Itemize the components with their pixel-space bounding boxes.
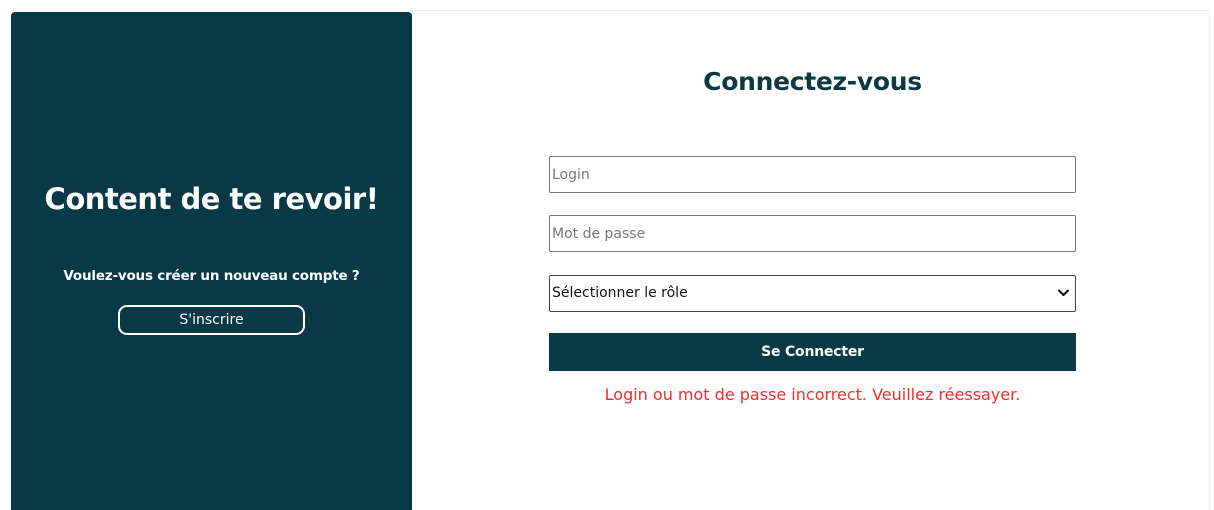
right-divider — [1209, 10, 1210, 510]
password-input[interactable] — [549, 215, 1076, 252]
welcome-title: Content de te revoir! — [44, 182, 379, 216]
signup-question: Voulez-vous créer un nouveau compte ? — [63, 268, 360, 284]
sign-in-button[interactable]: Se Connecter — [549, 333, 1076, 371]
welcome-panel: Content de te revoir! Voulez-vous créer … — [11, 12, 412, 510]
role-select-value: Sélectionner le rôle — [552, 285, 688, 301]
role-select[interactable]: Sélectionner le rôle — [549, 275, 1076, 312]
login-input[interactable] — [549, 156, 1076, 193]
signup-button[interactable]: S'inscrire — [118, 305, 305, 335]
login-title: Connectez-vous — [703, 67, 922, 96]
login-error-message: Login ou mot de passe incorrect. Veuille… — [604, 385, 1021, 404]
login-page: Content de te revoir! Voulez-vous créer … — [0, 0, 1214, 510]
chevron-down-icon — [1058, 289, 1069, 296]
top-divider — [412, 10, 1210, 11]
